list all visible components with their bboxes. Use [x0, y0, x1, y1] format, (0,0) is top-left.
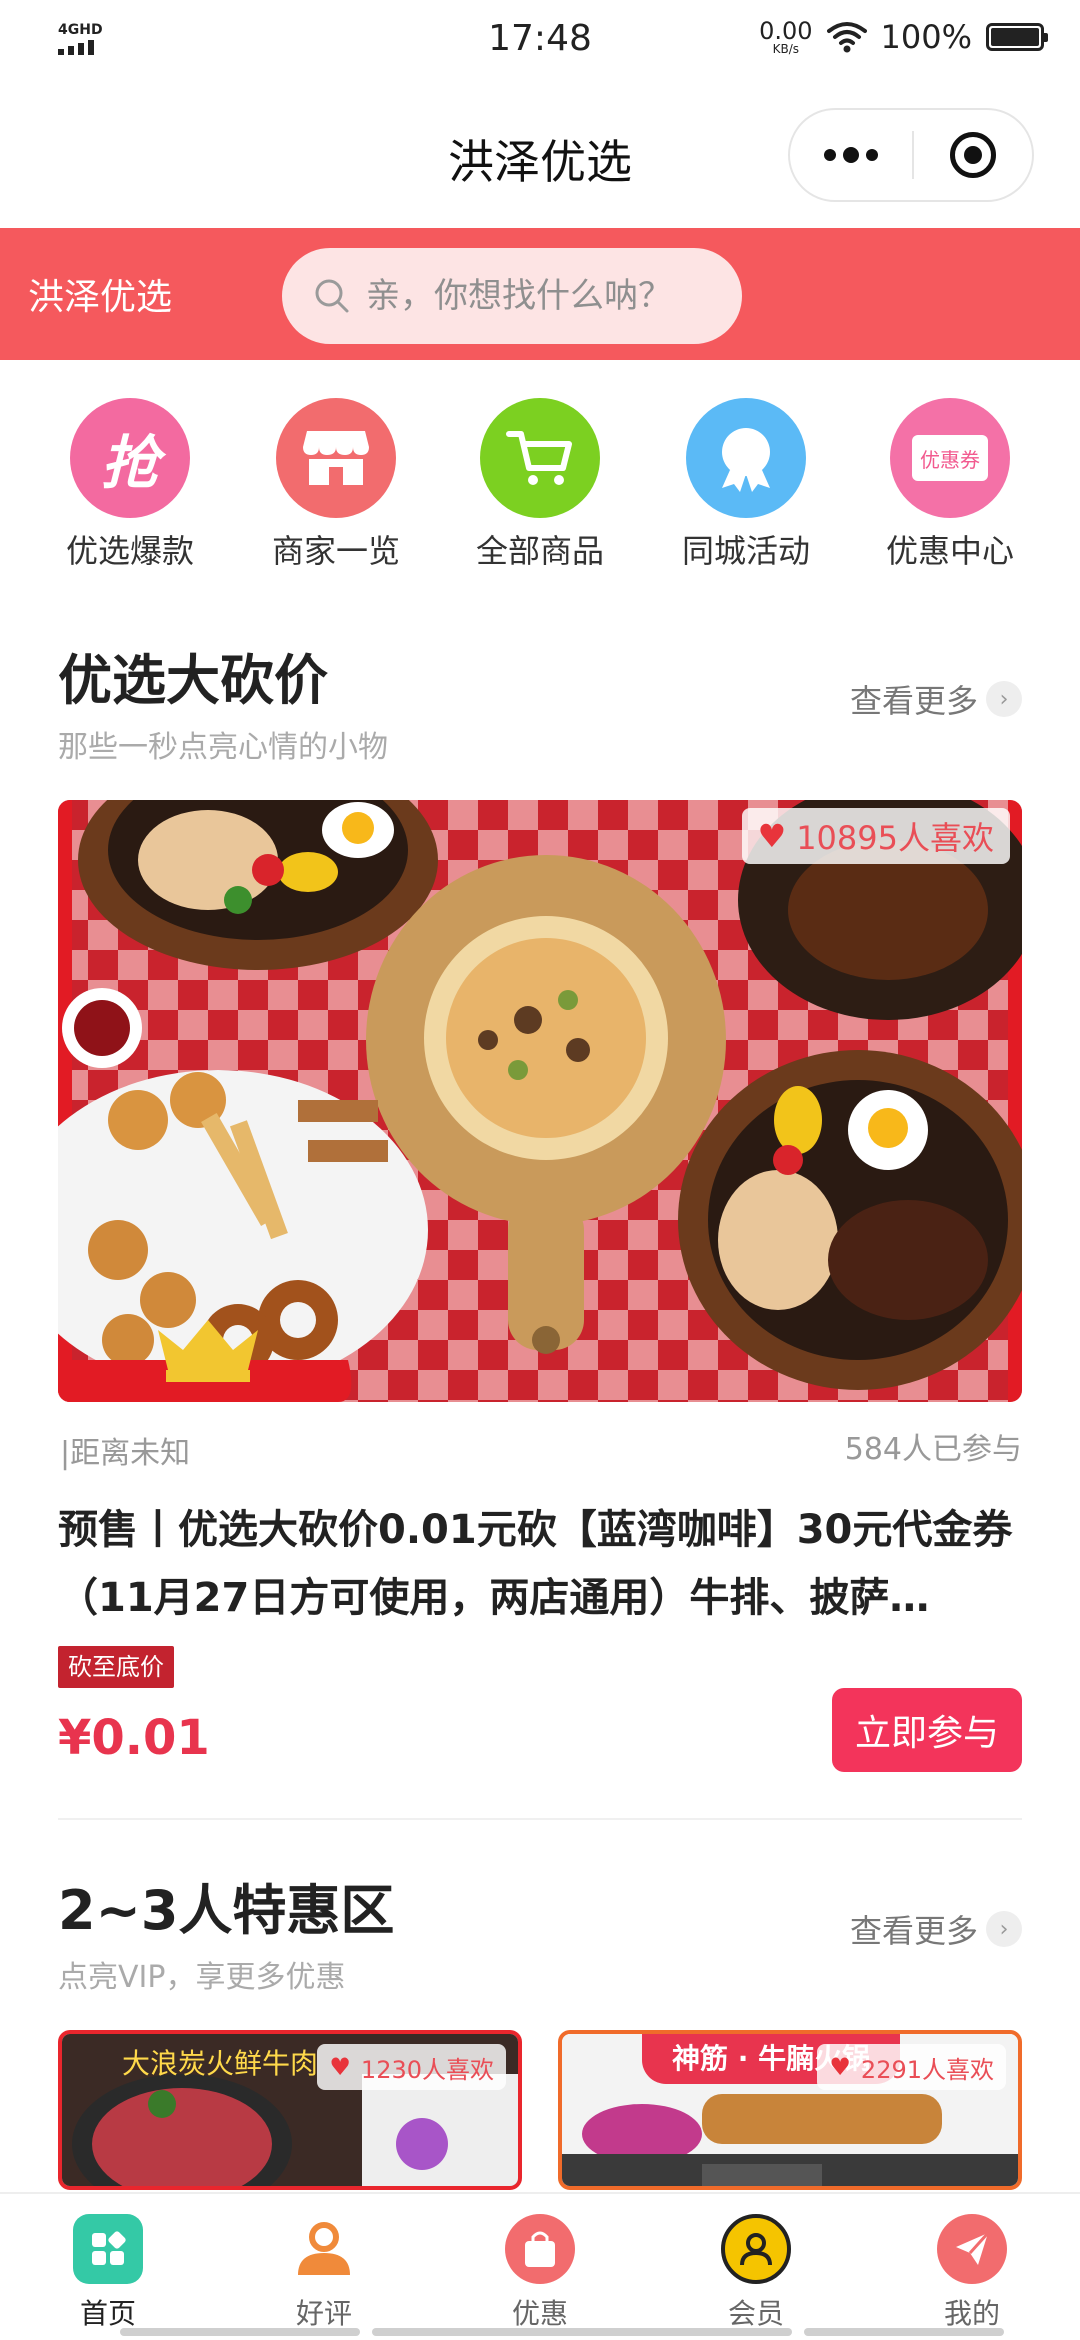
- tab-discounts[interactable]: 优惠: [480, 2214, 600, 2332]
- tab-home[interactable]: 首页: [48, 2214, 168, 2332]
- distance-label: |距离未知: [60, 1436, 191, 1471]
- chevron-right-icon: ›: [986, 681, 1022, 717]
- bag-icon: [505, 2214, 575, 2284]
- tab-label: 会员: [727, 2297, 784, 2330]
- grab-icon: 抢: [70, 398, 190, 518]
- ribbon-icon: [686, 398, 806, 518]
- cart-icon: [480, 398, 600, 518]
- category-row: 抢 优选爆款 商家一览 全部商品 同城活动 优惠券 优惠中心: [0, 398, 1080, 570]
- status-right: 0.00 KB/s 100%: [759, 17, 1048, 56]
- likes-badge: ♥ 1230人喜欢: [317, 2044, 506, 2090]
- likes-count: 2291人喜欢: [860, 2055, 994, 2084]
- home-indicator: [120, 2328, 360, 2336]
- deal-card-hotpot[interactable]: 神筋 · 牛腩火锅 ♥ 2291人喜欢: [558, 2030, 1022, 2190]
- section-divider: [58, 1818, 1022, 1820]
- home-grid-icon: [73, 2214, 143, 2284]
- likes-badge: ♥ 2291人喜欢: [817, 2044, 1006, 2090]
- view-more-group-deals[interactable]: 查看更多 ›: [850, 1906, 1022, 1952]
- target-icon: [950, 132, 996, 178]
- member-icon: [721, 2214, 791, 2284]
- deal-card-beef[interactable]: 大浪炭火鲜牛肉 ♥ 1230人喜欢: [58, 2030, 522, 2190]
- section-title-group-deals: 2~3人特惠区: [58, 1879, 395, 1942]
- battery-percent: 100%: [880, 18, 972, 56]
- person-icon: [289, 2214, 359, 2284]
- battery-icon: [986, 23, 1048, 51]
- tab-membership[interactable]: 会员: [696, 2214, 816, 2332]
- home-indicator: [372, 2328, 792, 2336]
- category-hot-picks[interactable]: 抢 优选爆款: [40, 398, 220, 572]
- section-title-bargain: 优选大砍价: [58, 649, 328, 712]
- likes-count: 10895人喜欢: [796, 819, 994, 857]
- deal-price: ¥0.01: [58, 1710, 210, 1766]
- card-banner: 大浪炭火鲜牛肉: [122, 2047, 319, 2080]
- category-label: 优选爆款: [65, 532, 194, 570]
- tab-mine[interactable]: 我的: [912, 2214, 1032, 2332]
- category-all-goods[interactable]: 全部商品: [450, 398, 630, 572]
- store-icon: [276, 398, 396, 518]
- nav-bar: 洪泽优选: [0, 86, 1080, 228]
- view-more-label: 查看更多: [849, 682, 978, 720]
- participants-count: 584人已参与: [844, 1432, 1022, 1467]
- lowest-price-tag: 砍至底价: [58, 1646, 174, 1688]
- view-more-bargain[interactable]: 查看更多 ›: [850, 676, 1022, 722]
- food-photo: [58, 800, 1022, 1402]
- category-label: 同城活动: [681, 532, 810, 570]
- section-subtitle-bargain: 那些一秒点亮心情的小物: [58, 730, 388, 765]
- wifi-icon: [826, 22, 867, 53]
- send-icon: [937, 2214, 1007, 2284]
- tab-label: 首页: [79, 2297, 136, 2330]
- brand-name: 洪泽优选: [28, 277, 173, 318]
- chevron-right-icon: ›: [986, 1911, 1022, 1947]
- heart-icon: ♥: [757, 817, 787, 855]
- net-speed: 0.00 KB/s: [759, 17, 813, 56]
- category-label: 商家一览: [271, 532, 400, 570]
- tab-label: 优惠: [511, 2297, 568, 2330]
- tab-bar: 首页 好评 优惠 会员 我的: [0, 2192, 1080, 2340]
- likes-count: 1230人喜欢: [360, 2055, 494, 2084]
- category-label: 优惠中心: [885, 532, 1014, 570]
- more-menu-icon[interactable]: [790, 110, 912, 200]
- tab-reviews[interactable]: 好评: [264, 2214, 384, 2332]
- tab-label: 我的: [943, 2297, 1000, 2330]
- close-program-button[interactable]: [914, 110, 1032, 200]
- mini-program-capsule: [788, 108, 1034, 202]
- search-icon: [315, 279, 349, 313]
- search-header: 洪泽优选: [0, 228, 1080, 360]
- home-indicator: [804, 2328, 1004, 2336]
- search-box[interactable]: [282, 248, 742, 344]
- likes-badge: ♥ 10895人喜欢: [741, 808, 1010, 864]
- heart-icon: ♥: [829, 2053, 851, 2081]
- view-more-label: 查看更多: [849, 1912, 978, 1950]
- heart-icon: ♥: [329, 2053, 351, 2081]
- category-coupon-center[interactable]: 优惠券 优惠中心: [860, 398, 1040, 572]
- search-input[interactable]: [366, 276, 706, 316]
- tab-label: 好评: [295, 2297, 352, 2330]
- category-local-events[interactable]: 同城活动: [656, 398, 836, 572]
- status-bar: 4GHD 17:48 0.00 KB/s 100%: [0, 0, 1080, 86]
- category-label: 全部商品: [475, 532, 604, 570]
- category-merchants[interactable]: 商家一览: [246, 398, 426, 572]
- deal-title[interactable]: 预售丨优选大砍价0.01元砍【蓝湾咖啡】30元代金券（11月27日方可使用，两店…: [58, 1496, 1022, 1632]
- section-subtitle-group-deals: 点亮VIP，享更多优惠: [58, 1960, 346, 1995]
- join-button[interactable]: 立即参与: [832, 1688, 1022, 1772]
- deal-image[interactable]: ♥ 10895人喜欢: [58, 800, 1022, 1402]
- coupon-icon: 优惠券: [890, 398, 1010, 518]
